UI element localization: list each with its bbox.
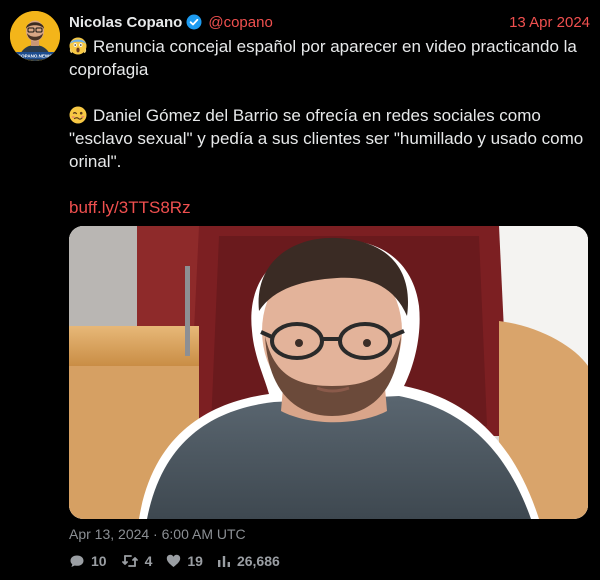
- views-stat[interactable]: 26,686: [217, 553, 280, 569]
- reply-count: 10: [91, 553, 107, 569]
- reply-icon: [70, 555, 84, 567]
- link-paragraph: buff.ly/3TTS8Rz: [69, 196, 589, 219]
- tweet-timestamp[interactable]: Apr 13, 2024 · 6:00 AM UTC: [69, 526, 246, 542]
- reply-stat[interactable]: 10: [69, 553, 107, 569]
- repost-stat[interactable]: 4: [121, 553, 153, 569]
- council-member-photo: [69, 226, 588, 519]
- views-count: 26,686: [236, 553, 280, 569]
- shortened-link[interactable]: buff.ly/3TTS8Rz: [69, 198, 191, 217]
- heart-icon: [167, 554, 181, 567]
- engagement-stats: 10 4 19 26,686: [69, 551, 294, 571]
- headline-paragraph: Renuncia concejal español por aparecer e…: [69, 35, 589, 81]
- author-name[interactable]: Nicolas Copano: [69, 14, 182, 31]
- repost-count: 4: [144, 553, 153, 569]
- tweet-body: Renuncia concejal español por aparecer e…: [69, 35, 589, 219]
- tweet-header: Nicolas Copano @copano 13 Apr 2024: [69, 11, 590, 33]
- like-stat[interactable]: 19: [166, 553, 203, 569]
- like-count: 19: [187, 553, 203, 569]
- headline-text: Renuncia concejal español por aparecer e…: [69, 37, 577, 79]
- woozy-face-emoji-icon: [69, 106, 87, 124]
- repost-icon: [121, 555, 138, 567]
- detail-text: Daniel Gómez del Barrio se ofrecía en re…: [69, 106, 584, 171]
- detail-paragraph: Daniel Gómez del Barrio se ofrecía en re…: [69, 104, 589, 173]
- author-handle[interactable]: @copano: [208, 14, 272, 31]
- media-image[interactable]: [69, 226, 588, 519]
- avatar-label: COPANO.NEWS: [18, 54, 52, 59]
- tweet-card: COPANO.NEWS Nicolas Copano @copano 13 Ap…: [0, 0, 600, 580]
- verified-badge-icon: [186, 14, 202, 30]
- views-chart-icon: [217, 556, 230, 567]
- scream-emoji-icon: [69, 37, 87, 55]
- avatar[interactable]: COPANO.NEWS: [10, 11, 60, 61]
- tweet-date[interactable]: 13 Apr 2024: [509, 14, 590, 31]
